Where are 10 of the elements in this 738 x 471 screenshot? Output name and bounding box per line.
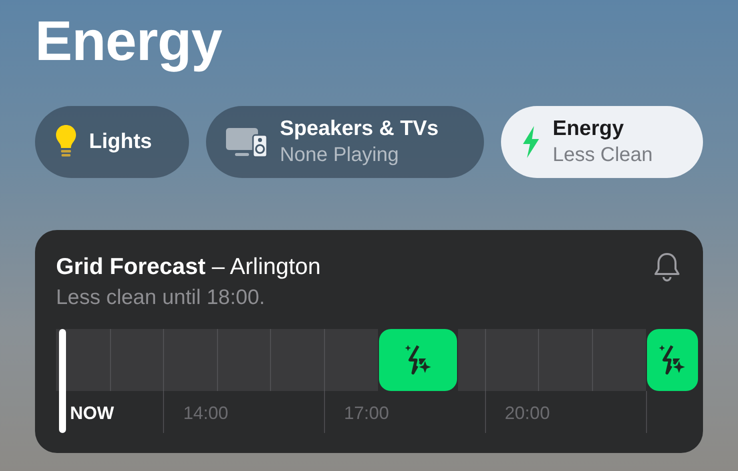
category-tab[interactable]: Speakers & TVs None Playing — [206, 106, 484, 178]
time-label: 14:00 — [183, 403, 228, 423]
page-title: Energy — [35, 8, 223, 74]
category-tab[interactable]: Energy Less Clean — [500, 106, 703, 178]
category-tab[interactable]: Lights — [35, 106, 189, 178]
forecast-summary: Less clean until 18:00. — [56, 285, 266, 311]
time-label: 20:00 — [504, 403, 550, 423]
time-label: 17:00 — [344, 403, 390, 423]
now-label: NOW — [70, 403, 114, 423]
card-title: Grid Forecast – Arlington — [56, 252, 321, 281]
